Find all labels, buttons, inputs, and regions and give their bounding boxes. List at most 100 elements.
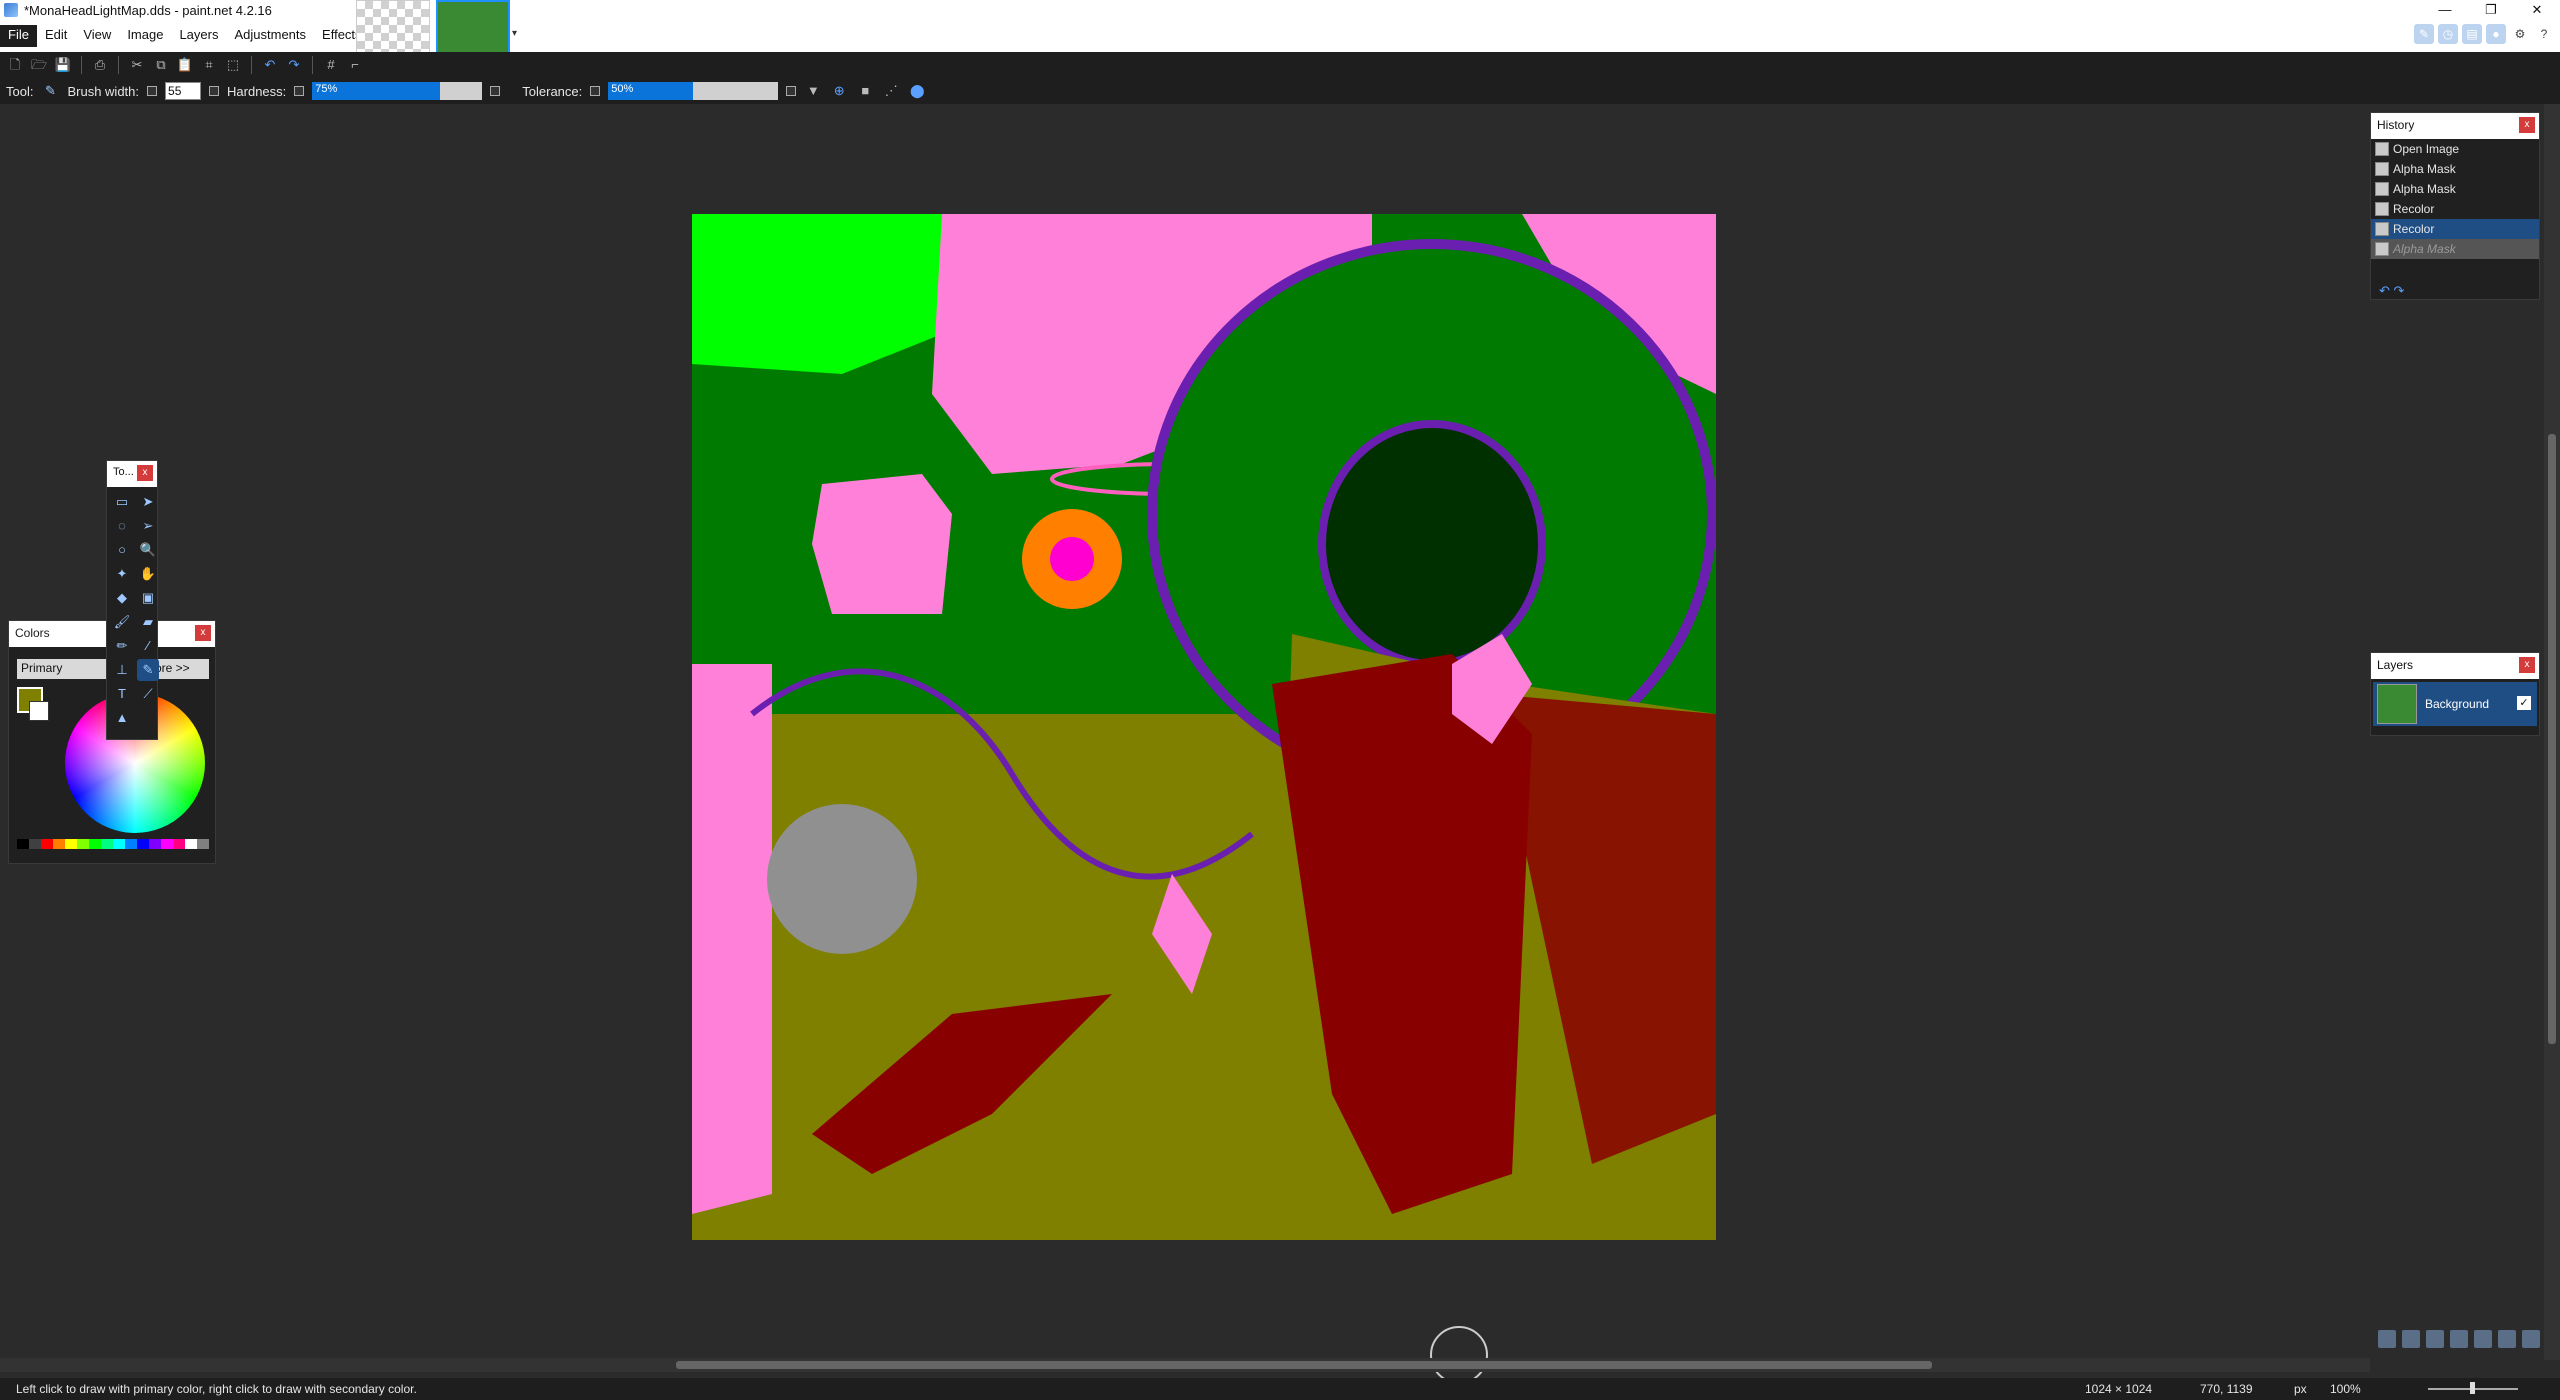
maximize-button[interactable]: ❐ [2468, 0, 2514, 20]
menu-view[interactable]: View [75, 25, 119, 47]
pencil-icon[interactable]: ✏ [111, 635, 133, 657]
palette-swatch[interactable] [185, 839, 197, 849]
text-icon[interactable]: T [111, 683, 133, 705]
secondary-color-swatch[interactable] [29, 701, 49, 721]
sampling-mode-icon[interactable]: ▼ [804, 82, 822, 100]
image-canvas[interactable] [692, 214, 1716, 1240]
move-layer-up-icon[interactable] [2474, 1330, 2492, 1348]
save-icon[interactable]: 💾 [54, 56, 72, 74]
menu-image[interactable]: Image [119, 25, 171, 47]
paint-bucket-icon[interactable]: ◆ [111, 587, 133, 609]
colors-close-button[interactable]: x [195, 625, 211, 641]
layer-properties-icon[interactable] [2522, 1330, 2540, 1348]
horizontal-scrollbar[interactable] [0, 1358, 2370, 1372]
history-toggle-icon[interactable]: ◷ [2438, 24, 2458, 44]
move-selected-icon[interactable]: ➤ [137, 491, 159, 513]
open-file-icon[interactable]: 🗁 [30, 56, 48, 74]
blend-mode-icon[interactable]: ⬤ [908, 82, 926, 100]
palette-swatch[interactable] [89, 839, 101, 849]
color-palette[interactable] [17, 839, 209, 859]
ellipse-select-icon[interactable]: ○ [111, 539, 133, 561]
merge-layer-icon[interactable] [2450, 1330, 2468, 1348]
history-item[interactable]: Alpha Mask [2371, 159, 2539, 179]
minimize-button[interactable]: — [2422, 0, 2468, 20]
hardness-increase[interactable] [490, 86, 501, 96]
vertical-scroll-thumb[interactable] [2548, 434, 2556, 1044]
menu-file[interactable]: File [0, 25, 37, 47]
add-layer-icon[interactable] [2378, 1330, 2396, 1348]
clone-stamp-icon[interactable]: ⊥ [111, 659, 133, 681]
tools-toggle-icon[interactable]: ✎ [2414, 24, 2434, 44]
menu-layers[interactable]: Layers [171, 25, 226, 47]
zoom-level[interactable]: 100% [2330, 1382, 2361, 1396]
primary-secondary-select[interactable]: Primary [17, 659, 113, 679]
palette-swatch[interactable] [65, 839, 77, 849]
copy-icon[interactable]: ⧉ [152, 56, 170, 74]
history-item[interactable]: Open Image [2371, 139, 2539, 159]
layer-visibility-checkbox[interactable]: ✓ [2517, 696, 2531, 710]
palette-swatch[interactable] [161, 839, 173, 849]
palette-swatch[interactable] [125, 839, 137, 849]
pan-hand-icon[interactable]: ✋ [137, 563, 159, 585]
history-item[interactable]: Recolor [2371, 199, 2539, 219]
units-select[interactable]: px [2294, 1382, 2307, 1396]
recolor-icon[interactable]: ✎ [137, 659, 159, 681]
gradient-icon[interactable]: ▣ [137, 587, 159, 609]
antialiasing-icon[interactable]: ⋰ [882, 82, 900, 100]
color-picker-icon[interactable]: ⁄ [137, 635, 159, 657]
palette-swatch[interactable] [113, 839, 125, 849]
redo-icon[interactable]: ↷ [285, 56, 303, 74]
print-icon[interactable]: ⎙ [91, 56, 109, 74]
palette-swatch[interactable] [41, 839, 53, 849]
duplicate-layer-icon[interactable] [2426, 1330, 2444, 1348]
hardness-decrease[interactable] [294, 86, 305, 96]
delete-layer-icon[interactable] [2402, 1330, 2420, 1348]
brush-width-input[interactable]: 55 [165, 82, 202, 100]
recolor-tool-icon[interactable]: ✎ [41, 82, 59, 100]
tolerance-slider[interactable]: 50% [608, 82, 779, 100]
history-redo-icon[interactable]: ↷ [2394, 283, 2405, 298]
history-undo-icon[interactable]: ↶ [2379, 283, 2390, 298]
new-file-icon[interactable]: 🗋 [6, 56, 24, 74]
lasso-select-icon[interactable]: ◌ [111, 515, 133, 537]
history-item-selected[interactable]: Recolor [2371, 219, 2539, 239]
eraser-icon[interactable]: ▰ [137, 611, 159, 633]
menu-adjustments[interactable]: Adjustments [226, 25, 314, 47]
move-selection-icon[interactable]: ➢ [137, 515, 159, 537]
layer-row[interactable]: Background ✓ [2373, 682, 2537, 726]
horizontal-scroll-thumb[interactable] [676, 1361, 1932, 1369]
crop-icon[interactable]: ⌗ [200, 56, 218, 74]
undo-icon[interactable]: ↶ [261, 56, 279, 74]
palette-swatch[interactable] [53, 839, 65, 849]
history-item-undone[interactable]: Alpha Mask [2371, 239, 2539, 259]
close-window-button[interactable]: ✕ [2514, 0, 2560, 20]
brush-width-decrease[interactable] [147, 86, 158, 96]
shapes-icon[interactable]: ▲ [111, 707, 133, 729]
cut-icon[interactable]: ✂ [128, 56, 146, 74]
paintbrush-icon[interactable]: 🖌 [111, 611, 133, 633]
tools-close-button[interactable]: x [137, 465, 153, 481]
hardness-slider[interactable]: 75% [312, 82, 483, 100]
palette-swatch[interactable] [77, 839, 89, 849]
rectangle-select-icon[interactable]: ▭ [111, 491, 133, 513]
vertical-scrollbar[interactable] [2544, 104, 2560, 1360]
brush-width-increase[interactable] [209, 86, 220, 96]
tab-list-dropdown-icon[interactable]: ▾ [512, 28, 517, 39]
more-colors-button[interactable]: ore >> [151, 659, 209, 679]
history-item[interactable]: Alpha Mask [2371, 179, 2539, 199]
history-close-button[interactable]: x [2519, 117, 2535, 133]
tolerance-decrease[interactable] [590, 86, 601, 96]
magic-wand-icon[interactable]: ✦ [111, 563, 133, 585]
deselect-icon[interactable]: ⬚ [224, 56, 242, 74]
canvas-area[interactable] [0, 104, 2370, 1360]
layers-toggle-icon[interactable]: ▤ [2462, 24, 2482, 44]
colors-toggle-icon[interactable]: ● [2486, 24, 2506, 44]
line-curve-icon[interactable]: ⟋ [137, 683, 159, 705]
sample-layer-icon[interactable]: ⊕ [830, 82, 848, 100]
palette-swatch[interactable] [29, 839, 41, 849]
palette-swatch[interactable] [149, 839, 161, 849]
palette-swatch[interactable] [17, 839, 29, 849]
palette-swatch[interactable] [101, 839, 113, 849]
ruler-icon[interactable]: ⌐ [346, 56, 364, 74]
palette-swatch[interactable] [197, 839, 209, 849]
